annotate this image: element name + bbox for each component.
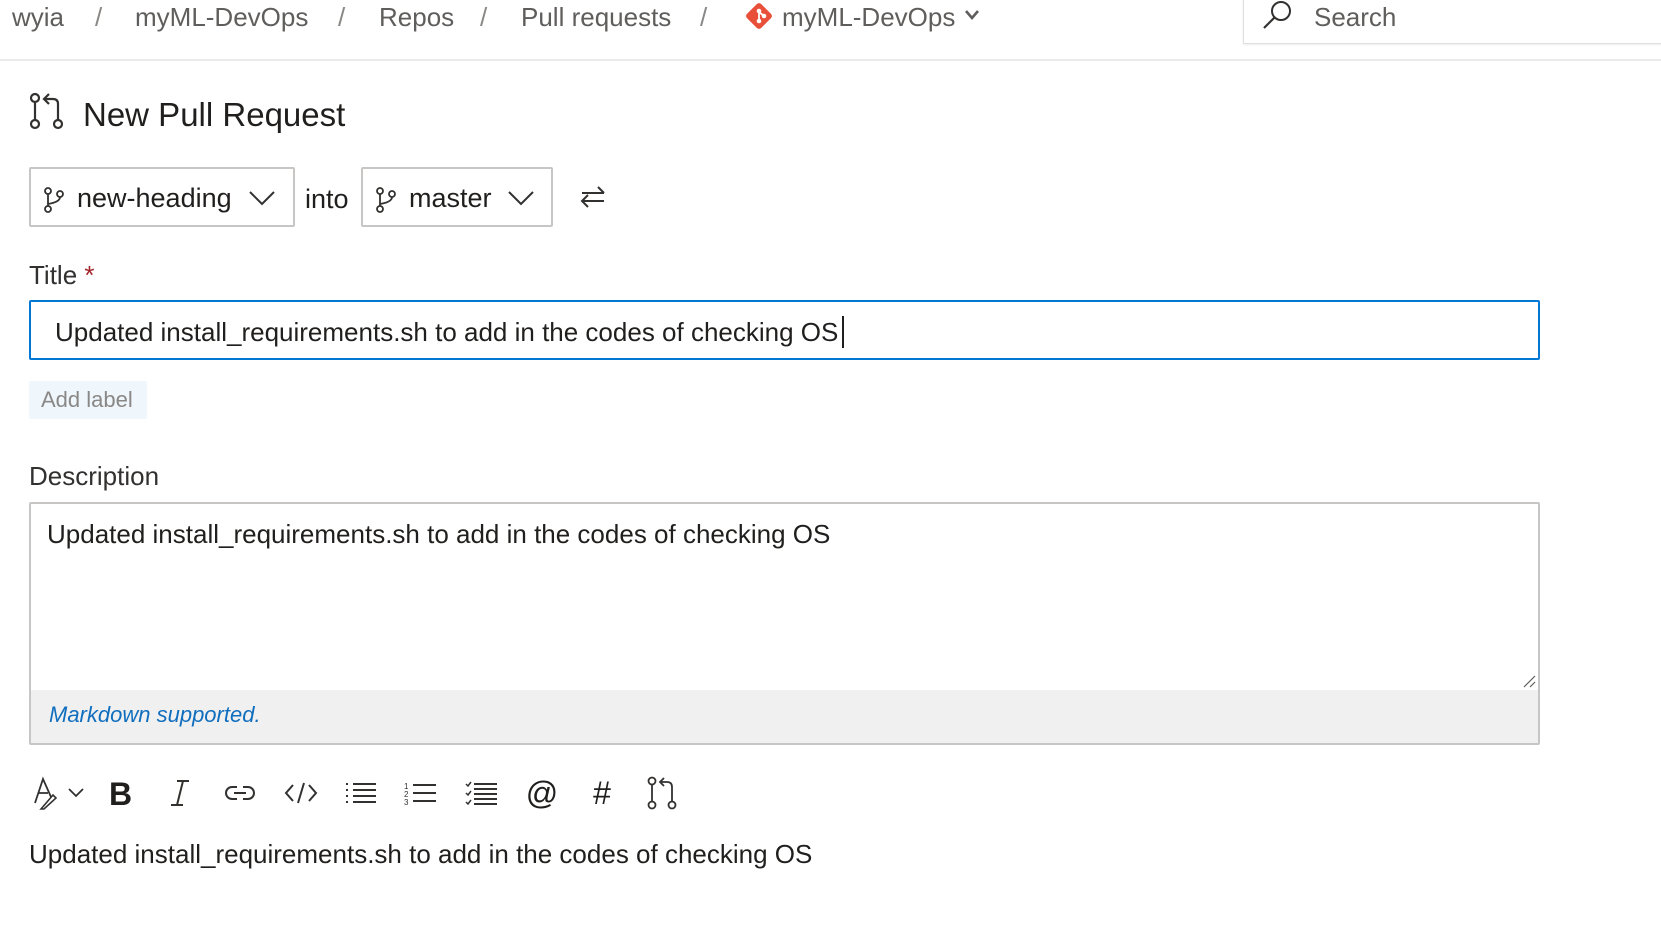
add-label-text: Add label [41,387,133,412]
add-label-button[interactable]: Add label [29,381,147,419]
description-label: Description [29,461,160,491]
description-value: Updated install_requirements.sh to add i… [47,519,831,549]
description-textarea[interactable]: Updated install_requirements.sh to add i… [29,502,1540,745]
page-title: New Pull Request [83,96,346,133]
top-navigation-bar: wyia / myML-DevOps / Repos / Pull reques… [0,0,1661,61]
breadcrumb-separator: / [700,2,708,32]
search-box[interactable]: Search [1243,0,1661,44]
target-branch-dropdown[interactable]: master [361,167,553,227]
title-input[interactable]: Updated install_requirements.sh to add i… [29,300,1540,360]
target-branch-label: master [409,183,492,213]
bulleted-list-icon[interactable] [338,770,384,816]
title-label: Title * [29,260,95,290]
breadcrumb-separator: / [95,2,103,32]
pull-request-icon[interactable] [639,770,685,816]
branch-icon [44,187,64,213]
required-mark: * [84,260,95,290]
mention-icon[interactable]: @ [519,770,565,816]
chevron-down-icon [249,191,275,206]
into-label: into [305,184,349,214]
mention-symbol: @ [525,775,559,811]
breadcrumb-org[interactable]: wyia [12,2,64,32]
search-input[interactable]: Search [1314,2,1396,32]
branch-icon [376,187,396,213]
source-branch-dropdown[interactable]: new-heading [29,167,295,227]
git-repo-icon [746,3,772,29]
title-input-value: Updated install_requirements.sh to add i… [55,317,839,347]
search-icon [1263,1,1291,29]
breadcrumb-separator: / [480,2,488,32]
markdown-supported-link[interactable]: Markdown supported. [49,701,261,729]
chevron-down-icon[interactable] [964,8,980,22]
chevron-down-icon [508,191,534,206]
work-item-icon[interactable]: # [579,770,625,816]
task-list-icon[interactable] [459,770,505,816]
code-icon[interactable] [278,770,324,816]
breadcrumb-separator: / [338,2,346,32]
link-icon[interactable] [217,770,263,816]
description-preview: Updated install_requirements.sh to add i… [29,839,813,869]
swap-branches-icon[interactable] [578,182,608,212]
breadcrumb-project[interactable]: myML-DevOps [135,2,308,32]
formatting-toolbar: B 1 2 3 @ # [29,770,709,816]
repo-selector[interactable]: myML-DevOps [782,2,955,32]
title-label-text: Title [29,260,78,290]
resize-handle-icon[interactable] [1520,672,1536,688]
format-icon[interactable] [29,770,89,816]
markdown-footer: Markdown supported. [31,690,1538,743]
pull-request-icon [29,92,64,130]
hash-symbol: # [593,775,611,811]
svg-text:B: B [109,778,132,808]
italic-icon[interactable] [157,770,203,816]
breadcrumb-pull-requests[interactable]: Pull requests [521,2,671,32]
svg-text:3: 3 [404,798,409,806]
bold-icon[interactable]: B [97,770,143,816]
text-caret [842,316,844,348]
source-branch-label: new-heading [77,183,232,213]
breadcrumb-repos[interactable]: Repos [379,2,454,32]
numbered-list-icon[interactable]: 1 2 3 [398,770,444,816]
